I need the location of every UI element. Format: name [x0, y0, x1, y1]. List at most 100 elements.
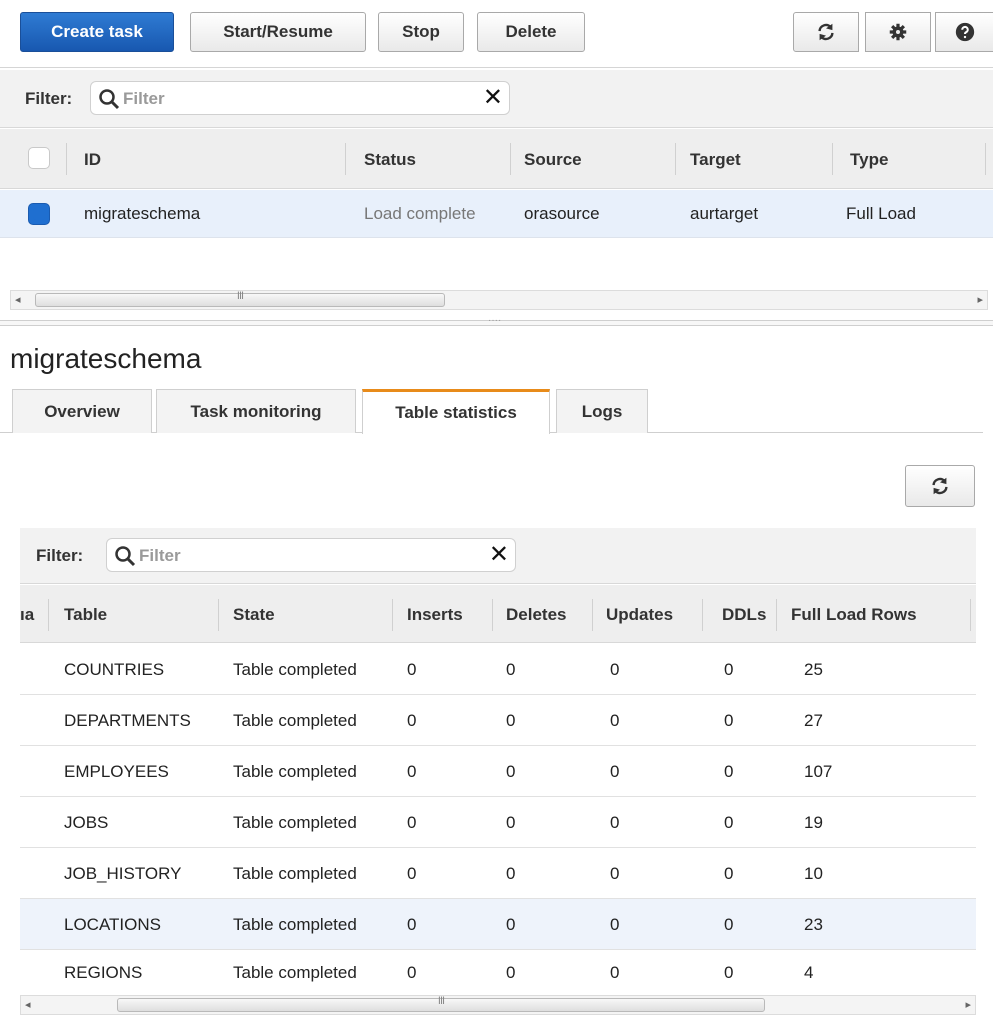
- table-row[interactable]: REGIONS Table completed 0 0 0 0 4: [20, 950, 976, 996]
- task-filter-input[interactable]: Filter ✕: [90, 81, 510, 115]
- cell-full-load-rows: 27: [804, 711, 823, 730]
- column-header-table[interactable]: Table: [64, 605, 107, 625]
- column-separator: [66, 143, 67, 175]
- task-grid-header: ID Status Source Target Type: [0, 129, 993, 189]
- cell-deletes: 0: [506, 813, 516, 832]
- stats-refresh-button[interactable]: [905, 465, 975, 507]
- column-header-schema[interactable]: ıa: [20, 605, 34, 625]
- column-header-status[interactable]: Status: [364, 150, 416, 170]
- cell-deletes: 0: [506, 915, 516, 934]
- column-separator: [776, 599, 777, 631]
- column-header-source[interactable]: Source: [524, 150, 582, 170]
- table-row[interactable]: LOCATIONS Table completed 0 0 0 0 23: [20, 899, 976, 950]
- task-grid-hscrollbar[interactable]: ◂ III ▸: [10, 290, 988, 310]
- column-header-state[interactable]: State: [233, 605, 275, 625]
- row-checkbox[interactable]: [28, 203, 50, 225]
- clear-stats-filter-icon[interactable]: ✕: [489, 542, 509, 568]
- scrollbar-thumb[interactable]: III: [35, 290, 445, 307]
- tab-table-statistics[interactable]: Table statistics: [362, 389, 550, 434]
- tab-overview[interactable]: Overview: [12, 389, 152, 433]
- scroll-left-arrow-icon[interactable]: ◂: [25, 998, 31, 1011]
- stats-filter-placeholder: Filter: [139, 546, 181, 565]
- cell-inserts: 0: [407, 711, 417, 730]
- column-header-inserts[interactable]: Inserts: [407, 605, 463, 625]
- cell-table: REGIONS: [64, 963, 143, 982]
- cell-updates: 0: [610, 963, 620, 982]
- help-icon: [955, 22, 975, 42]
- cell-deletes: 0: [506, 711, 516, 730]
- toolbar: Create task Start/Resume Stop Delete: [0, 0, 993, 68]
- scrollbar-thumb[interactable]: III: [117, 995, 765, 1012]
- tab-logs[interactable]: Logs: [556, 389, 648, 433]
- column-header-type[interactable]: Type: [850, 150, 888, 170]
- column-separator: [702, 599, 703, 631]
- clear-filter-icon[interactable]: ✕: [483, 85, 503, 111]
- detail-tabs: Overview Task monitoring Table statistic…: [0, 385, 983, 434]
- cell-ddls: 0: [724, 711, 734, 730]
- column-header-updates[interactable]: Updates: [606, 605, 673, 625]
- refresh-icon: [932, 477, 948, 495]
- cell-full-load-rows: 4: [804, 963, 814, 982]
- cell-inserts: 0: [407, 864, 417, 883]
- column-separator: [832, 143, 833, 175]
- column-separator: [970, 599, 971, 631]
- table-row[interactable]: JOB_HISTORY Table completed 0 0 0 0 10: [20, 848, 976, 899]
- delete-button[interactable]: Delete: [477, 12, 585, 52]
- start-resume-button[interactable]: Start/Resume: [190, 12, 366, 52]
- cell-inserts: 0: [407, 963, 417, 982]
- settings-button[interactable]: [865, 12, 931, 52]
- refresh-button[interactable]: [793, 12, 859, 52]
- cell-ddls: 0: [724, 660, 734, 679]
- column-header-id[interactable]: ID: [84, 150, 101, 170]
- cell-deletes: 0: [506, 762, 516, 781]
- table-row[interactable]: EMPLOYEES Table completed 0 0 0 0 107: [20, 746, 976, 797]
- cell-updates: 0: [610, 660, 620, 679]
- task-target: aurtarget: [690, 204, 759, 223]
- column-header-target[interactable]: Target: [690, 150, 741, 170]
- detail-title: migrateschema: [10, 343, 202, 374]
- scroll-right-arrow-icon[interactable]: ▸: [965, 998, 971, 1011]
- column-separator: [675, 143, 676, 175]
- select-all-checkbox[interactable]: [28, 147, 50, 169]
- tab-task-monitoring[interactable]: Task monitoring: [156, 389, 356, 433]
- cell-ddls: 0: [724, 762, 734, 781]
- help-button[interactable]: [935, 12, 993, 52]
- scroll-left-arrow-icon[interactable]: ◂: [15, 293, 21, 306]
- splitter-grip-icon: ····: [488, 315, 502, 326]
- column-header-deletes[interactable]: Deletes: [506, 605, 566, 625]
- scroll-grip: III: [236, 290, 244, 302]
- cell-full-load-rows: 107: [804, 762, 833, 781]
- scroll-right-arrow-icon[interactable]: ▸: [977, 293, 983, 306]
- table-row[interactable]: JOBS Table completed 0 0 0 0 19: [20, 797, 976, 848]
- scroll-grip: III: [437, 995, 445, 1007]
- search-icon: [115, 546, 136, 567]
- stop-button[interactable]: Stop: [378, 12, 464, 52]
- column-separator: [985, 143, 986, 175]
- table-row[interactable]: DEPARTMENTS Table completed 0 0 0 0 27: [20, 695, 976, 746]
- stats-grid-hscrollbar[interactable]: ◂ III ▸: [20, 995, 976, 1015]
- column-separator: [218, 599, 219, 631]
- task-source: orasource: [524, 204, 600, 223]
- create-task-button[interactable]: Create task: [20, 12, 174, 52]
- cell-state: Table completed: [233, 711, 357, 730]
- column-separator: [392, 599, 393, 631]
- cell-inserts: 0: [407, 660, 417, 679]
- table-row[interactable]: COUNTRIES Table completed 0 0 0 0 25: [20, 644, 976, 695]
- stats-filter-bar: Filter: Filter ✕: [20, 528, 976, 584]
- panel-splitter[interactable]: ····: [0, 315, 993, 326]
- cell-updates: 0: [610, 813, 620, 832]
- cell-full-load-rows: 10: [804, 864, 823, 883]
- cell-ddls: 0: [724, 813, 734, 832]
- column-header-full-load-rows[interactable]: Full Load Rows: [791, 605, 917, 625]
- cell-inserts: 0: [407, 762, 417, 781]
- task-row[interactable]: migrateschema Load complete orasource au…: [0, 190, 993, 238]
- cell-ddls: 0: [724, 864, 734, 883]
- column-header-ddls[interactable]: DDLs: [722, 605, 766, 625]
- cell-table: EMPLOYEES: [64, 762, 169, 781]
- stats-filter-input[interactable]: Filter ✕: [106, 538, 516, 572]
- task-type: Full Load: [846, 204, 916, 223]
- column-separator: [510, 143, 511, 175]
- cell-deletes: 0: [506, 963, 516, 982]
- task-id: migrateschema: [84, 204, 201, 223]
- column-separator: [592, 599, 593, 631]
